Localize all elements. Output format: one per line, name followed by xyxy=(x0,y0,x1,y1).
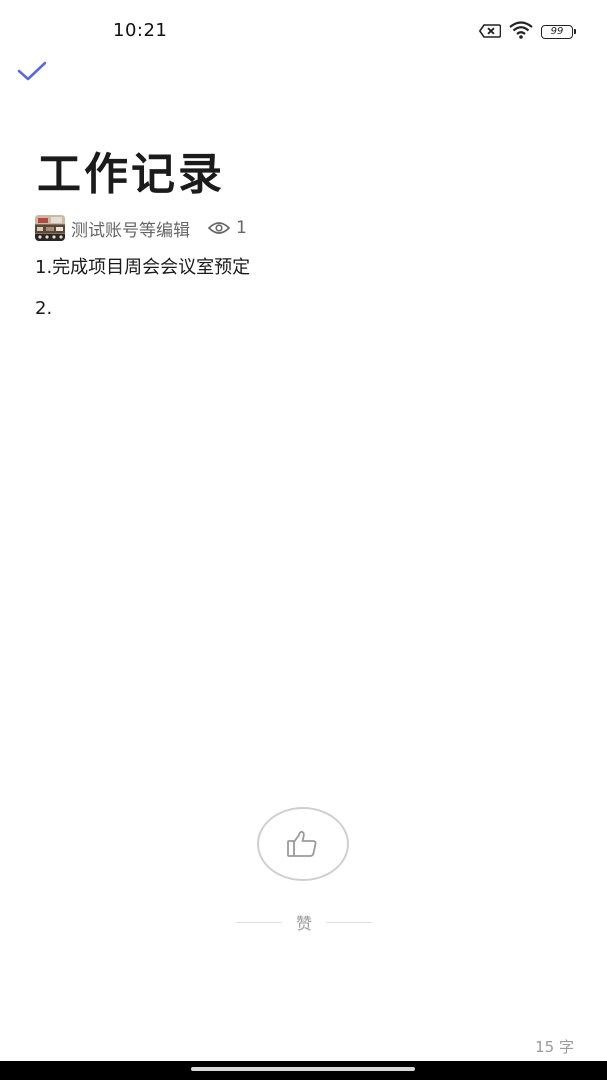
status-icons: 99 xyxy=(478,21,576,43)
document-meta: 测试账号等编辑 1 xyxy=(35,214,247,242)
divider xyxy=(235,921,282,923)
status-time: 10:21 xyxy=(113,20,168,41)
status-bar: 10:21 99 xyxy=(0,0,607,62)
divider xyxy=(326,921,372,923)
battery-icon: 99 xyxy=(541,25,576,39)
note-page: 10:21 99 工作记录 测试账号等编辑 1 1.完成项目周会会议室预定 2.… xyxy=(0,0,607,1080)
thumbs-up-icon xyxy=(287,830,317,857)
editor-info: 测试账号等编辑 xyxy=(71,220,190,241)
like-label-row: 赞 xyxy=(234,911,374,933)
word-count: 15 字 xyxy=(535,1038,574,1056)
check-icon xyxy=(17,61,47,81)
home-indicator[interactable] xyxy=(191,1067,415,1071)
done-button[interactable] xyxy=(16,58,50,88)
navigation-bar xyxy=(0,1061,607,1080)
like-button[interactable] xyxy=(257,807,349,881)
content-line[interactable]: 2. xyxy=(35,297,575,338)
page-title[interactable]: 工作记录 xyxy=(37,138,225,202)
wifi-icon xyxy=(509,21,533,43)
view-count: 1 xyxy=(208,218,247,238)
like-label: 赞 xyxy=(295,914,312,933)
sim-card-x-icon xyxy=(478,23,502,42)
content-line[interactable]: 1.完成项目周会会议室预定 xyxy=(35,256,575,297)
eye-icon xyxy=(208,222,230,234)
document-body[interactable]: 1.完成项目周会会议室预定 2. xyxy=(35,256,575,338)
avatar xyxy=(35,215,65,241)
view-count-value: 1 xyxy=(236,218,247,238)
